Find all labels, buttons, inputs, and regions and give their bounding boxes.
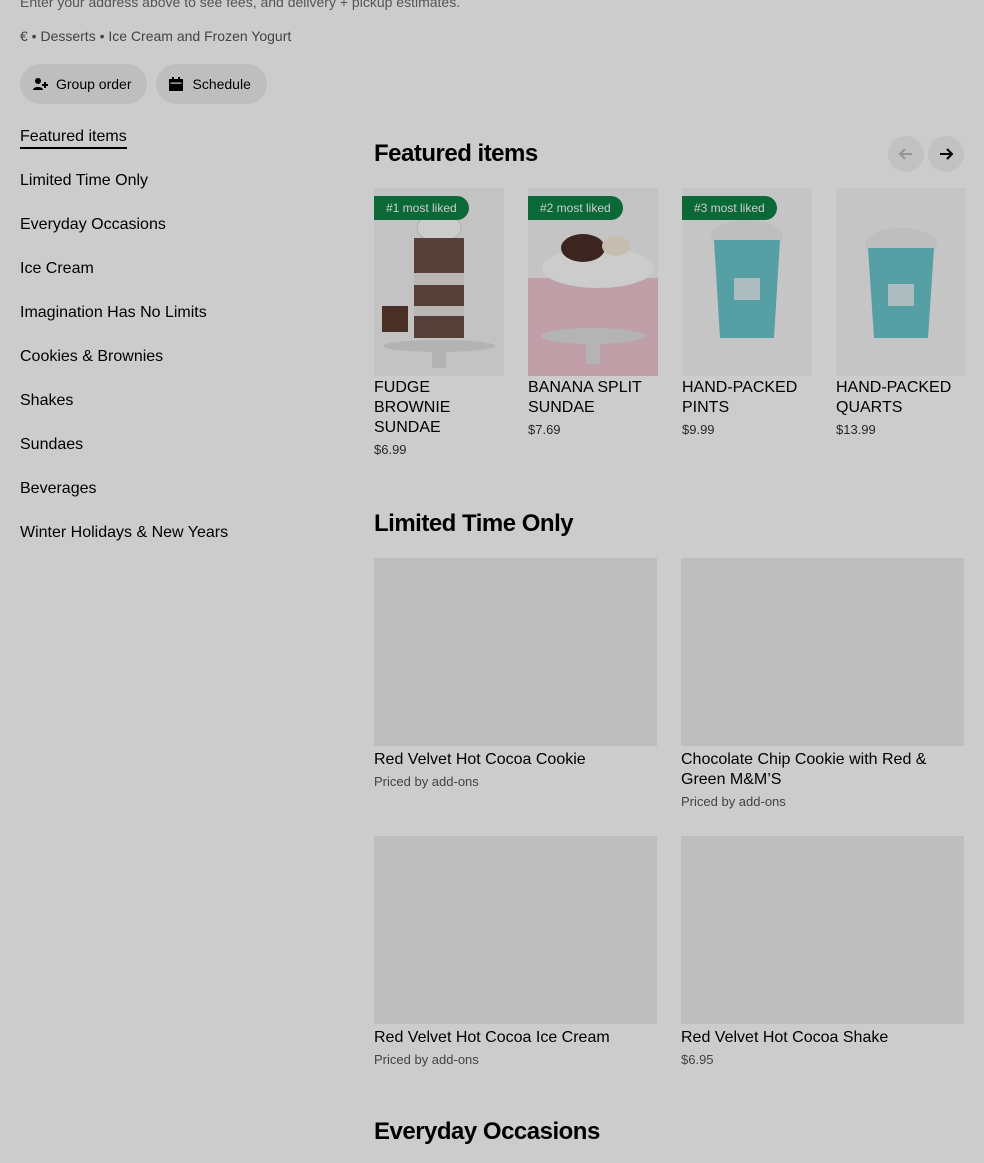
rank-badge: #1 most liked bbox=[374, 196, 469, 220]
featured-card[interactable]: #1 most liked FUDGE BROWNIE SUNDAE $6.99 bbox=[374, 188, 504, 457]
item-name: Red Velvet Hot Cocoa Shake bbox=[681, 1029, 889, 1046]
nav-beverages[interactable]: Beverages bbox=[20, 476, 320, 520]
item-price: $9.99 bbox=[682, 422, 715, 437]
item-name: BANANA SPLIT SUNDAE bbox=[528, 379, 642, 416]
carousel-next-button[interactable] bbox=[928, 136, 964, 172]
featured-image bbox=[836, 188, 966, 376]
limited-title: Limited Time Only bbox=[374, 510, 574, 537]
nav-winter-holidays[interactable]: Winter Holidays & New Years bbox=[20, 520, 320, 564]
nav-limited-time-only[interactable]: Limited Time Only bbox=[20, 168, 320, 212]
nav-imagination[interactable]: Imagination Has No Limits bbox=[20, 300, 320, 344]
arrow-left-icon bbox=[898, 148, 912, 160]
limited-grid-row-2: Red Velvet Hot Cocoa Ice Cream Priced by… bbox=[374, 836, 964, 1067]
rank-badge: #2 most liked bbox=[528, 196, 623, 220]
item-price: $6.99 bbox=[374, 442, 407, 457]
group-order-label: Group order bbox=[56, 76, 132, 92]
menu-item-card[interactable]: Red Velvet Hot Cocoa Ice Cream Priced by… bbox=[374, 836, 657, 1067]
item-name: HAND-PACKED PINTS bbox=[682, 379, 798, 416]
item-price: Priced by add-ons bbox=[681, 794, 786, 809]
nav-cookies-brownies[interactable]: Cookies & Brownies bbox=[20, 344, 320, 388]
add-person-icon bbox=[33, 78, 48, 90]
featured-card[interactable]: #3 most liked HAND-PACKED PINTS $9.99 bbox=[682, 188, 812, 457]
address-hint: Enter your address above to see fees, an… bbox=[20, 0, 461, 10]
featured-carousel: #1 most liked FUDGE BROWNIE SUNDAE $6.99 bbox=[374, 188, 966, 457]
featured-title: Featured items bbox=[374, 140, 538, 167]
item-price: $6.95 bbox=[681, 1052, 714, 1067]
featured-image: #1 most liked bbox=[374, 188, 504, 376]
schedule-label: Schedule bbox=[192, 76, 251, 92]
calendar-icon bbox=[169, 77, 184, 91]
nav-sundaes[interactable]: Sundaes bbox=[20, 432, 320, 476]
everyday-title: Everyday Occasions bbox=[374, 1118, 600, 1145]
rank-badge: #3 most liked bbox=[682, 196, 777, 220]
nav-featured-items[interactable]: Featured items bbox=[20, 124, 320, 168]
featured-image: #2 most liked bbox=[528, 188, 658, 376]
featured-card[interactable]: #2 most liked BANANA SPLIT SUNDAE $7.69 bbox=[528, 188, 658, 457]
item-price: $13.99 bbox=[836, 422, 876, 437]
group-order-button[interactable]: Group order bbox=[20, 64, 148, 104]
item-price: $7.69 bbox=[528, 422, 561, 437]
arrow-right-icon bbox=[940, 148, 954, 160]
item-price: Priced by add-ons bbox=[374, 1052, 479, 1067]
item-name: Red Velvet Hot Cocoa Ice Cream bbox=[374, 1029, 610, 1046]
item-image-placeholder bbox=[374, 836, 657, 1024]
menu-item-card[interactable]: Red Velvet Hot Cocoa Cookie Priced by ad… bbox=[374, 558, 657, 809]
carousel-prev-button[interactable] bbox=[888, 136, 924, 172]
item-name: Chocolate Chip Cookie with Red & Green M… bbox=[681, 751, 927, 788]
item-name: Red Velvet Hot Cocoa Cookie bbox=[374, 751, 586, 768]
menu-item-card[interactable]: Chocolate Chip Cookie with Red & Green M… bbox=[681, 558, 964, 809]
store-meta: € • Desserts • Ice Cream and Frozen Yogu… bbox=[20, 28, 292, 44]
item-price: Priced by add-ons bbox=[374, 774, 479, 789]
item-image-placeholder bbox=[681, 558, 964, 746]
schedule-button[interactable]: Schedule bbox=[156, 64, 267, 104]
category-nav: Featured items Limited Time Only Everyda… bbox=[20, 124, 320, 564]
limited-grid: Red Velvet Hot Cocoa Cookie Priced by ad… bbox=[374, 558, 964, 809]
item-image-placeholder bbox=[374, 558, 657, 746]
item-name: FUDGE BROWNIE SUNDAE bbox=[374, 379, 451, 436]
nav-shakes[interactable]: Shakes bbox=[20, 388, 320, 432]
item-name: HAND-PACKED QUARTS bbox=[836, 379, 952, 416]
featured-card[interactable]: HAND-PACKED QUARTS $13.99 bbox=[836, 188, 966, 457]
item-image-placeholder bbox=[681, 836, 964, 1024]
nav-ice-cream[interactable]: Ice Cream bbox=[20, 256, 320, 300]
menu-item-card[interactable]: Red Velvet Hot Cocoa Shake $6.95 bbox=[681, 836, 964, 1067]
featured-image: #3 most liked bbox=[682, 188, 812, 376]
nav-everyday-occasions[interactable]: Everyday Occasions bbox=[20, 212, 320, 256]
